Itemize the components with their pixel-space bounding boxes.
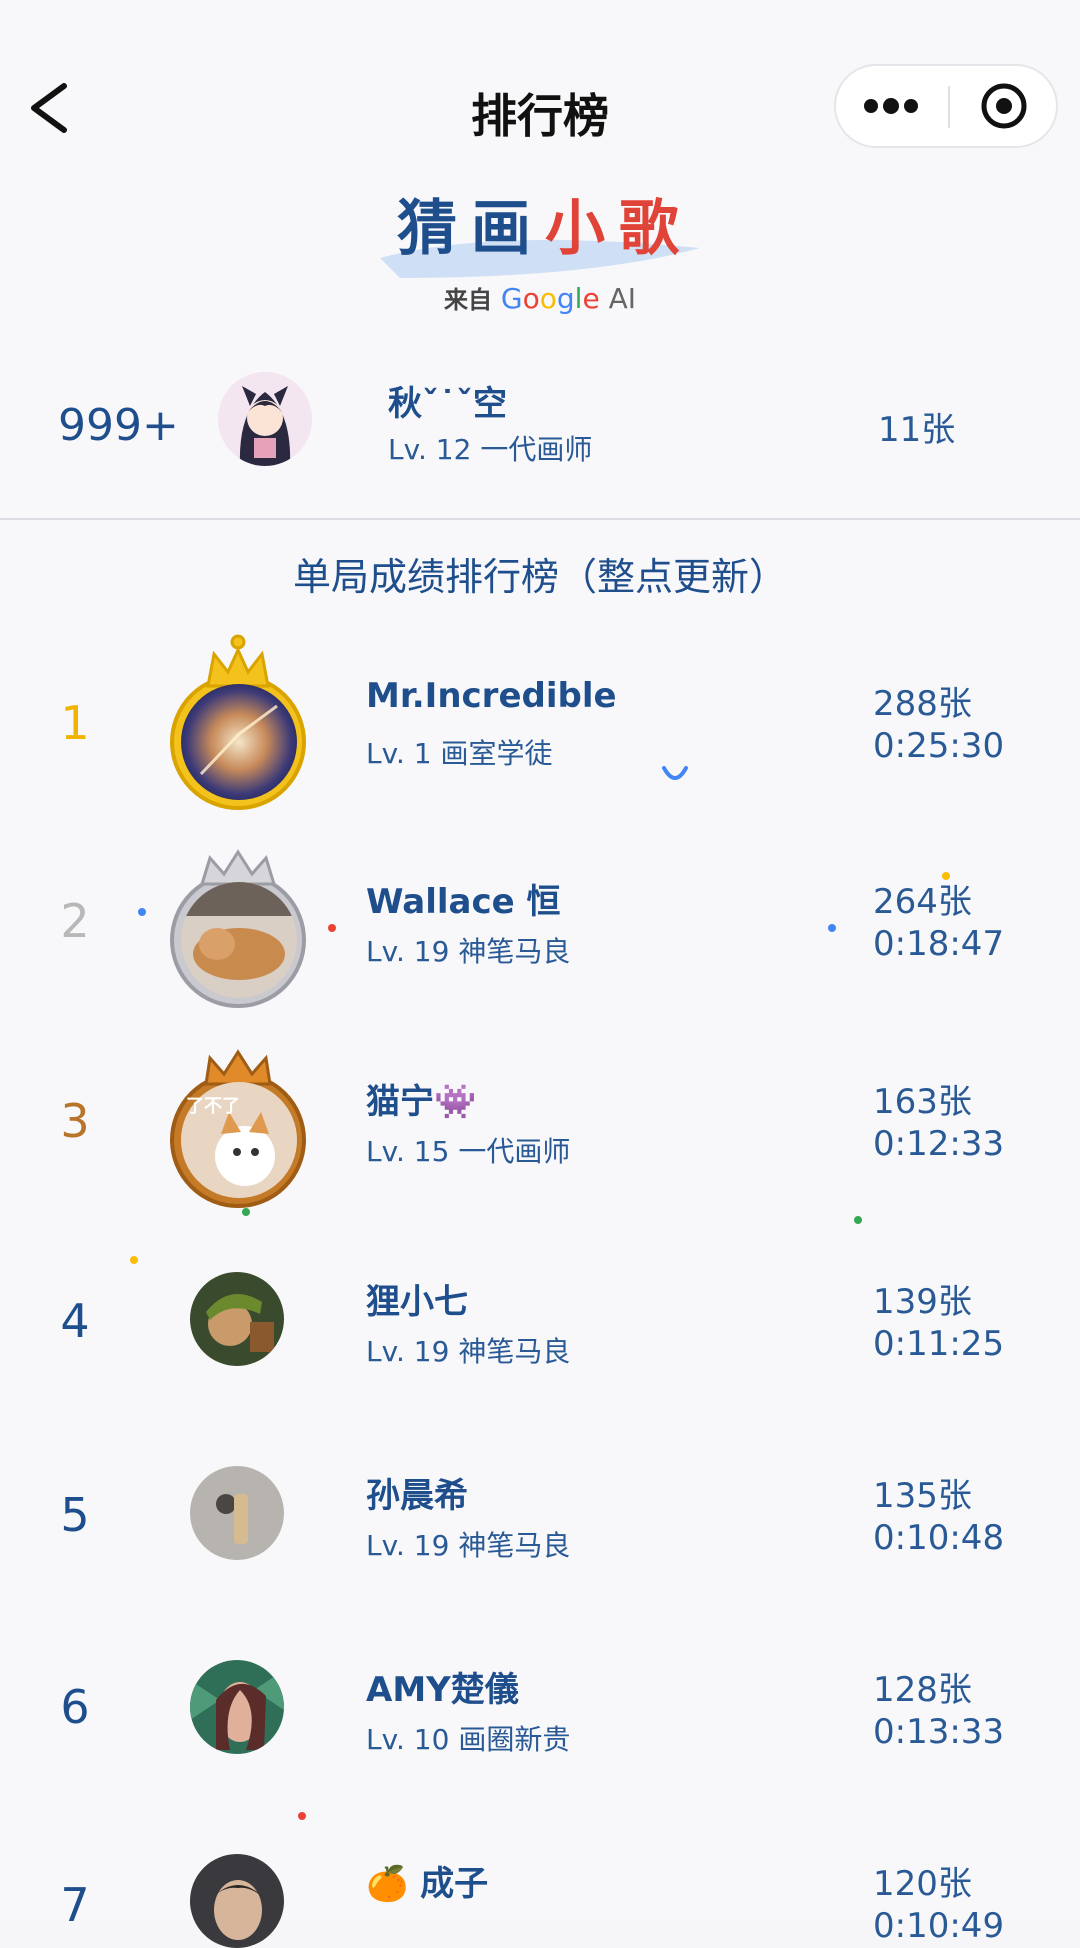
player-name: 孙晨希 [366, 1476, 468, 1516]
confetti-dot [242, 1208, 250, 1216]
play-time: 0:13:33 [873, 1712, 1005, 1752]
player-level: Lv. 10 画圈新贵 [366, 1723, 571, 1756]
logo-subtitle: 来自 Google AI [370, 280, 710, 315]
target-circle-icon [981, 83, 1027, 129]
my-count: 11张 [878, 410, 956, 450]
logo-char: 画 [471, 194, 545, 264]
rank-number: 4 [60, 1294, 90, 1348]
player-level: Lv. 19 神笔马良 [366, 1529, 571, 1562]
avatar [190, 1272, 284, 1366]
confetti-dot [942, 872, 950, 880]
mini-program-capsule [834, 64, 1058, 148]
my-name: 秋ˇ˙ˇ空 [388, 384, 507, 424]
logo-char: 歌 [619, 194, 693, 264]
player-level: Lv. 15 一代画师 [366, 1135, 571, 1168]
rank-number: 2 [60, 894, 90, 948]
rank-number: 6 [60, 1680, 90, 1734]
player-name: AMY楚儀 [366, 1670, 519, 1710]
divider [0, 518, 1080, 520]
avatar [190, 1466, 284, 1560]
confetti-arc [662, 766, 688, 780]
confetti-dot [828, 924, 836, 932]
logo-ai: AI [608, 282, 636, 315]
drawing-count: 135张 [873, 1476, 972, 1516]
player-level: Lv. 19 神笔马良 [366, 1335, 571, 1368]
logo-char: 小 [545, 194, 619, 264]
play-time: 0:10:48 [873, 1518, 1005, 1558]
player-name: Wallace 恒 [366, 882, 561, 922]
confetti-dot [298, 1812, 306, 1820]
play-time: 0:10:49 [873, 1906, 1005, 1946]
confetti-dot [138, 908, 146, 916]
rank-number: 7 [60, 1878, 90, 1932]
section-title: 单局成绩排行榜（整点更新） [292, 555, 787, 599]
my-rank: 999+ [58, 400, 179, 451]
nav-bar: 排行榜 [0, 0, 1080, 170]
rank-number: 1 [60, 696, 90, 750]
google-wordmark: Google [500, 282, 600, 315]
leaderboard-page: 排行榜 猜画小歌 来自 Google AI 999+ 秋ˇ˙ˇ空 Lv. 12 … [0, 0, 1080, 1948]
drawing-count: 288张 [873, 684, 972, 724]
rank-number: 3 [60, 1094, 90, 1148]
drawing-count: 120张 [873, 1864, 972, 1904]
play-time: 0:12:33 [873, 1124, 1005, 1164]
close-button[interactable] [952, 66, 1056, 146]
confetti-dot [328, 924, 336, 932]
play-time: 0:25:30 [873, 726, 1005, 766]
capsule-divider [948, 86, 950, 128]
frame-caption: 了不了 [186, 1096, 240, 1117]
confetti-dot [130, 1256, 138, 1264]
drawing-count: 139张 [873, 1282, 972, 1322]
play-time: 0:18:47 [873, 924, 1005, 964]
more-button[interactable] [836, 66, 946, 146]
my-level: Lv. 12 一代画师 [388, 433, 593, 466]
drawing-count: 128张 [873, 1670, 972, 1710]
more-dots-icon [864, 98, 918, 114]
avatar [181, 684, 297, 800]
avatar [190, 1660, 284, 1754]
logo-char: 猜 [397, 194, 471, 264]
confetti-dot [854, 1216, 862, 1224]
player-name: Mr.Incredible [366, 676, 617, 716]
player-name: 狸小七 [366, 1282, 468, 1322]
drawing-count: 264张 [873, 882, 972, 922]
logo-title: 猜画小歌 [380, 180, 710, 267]
player-name: 🍊 成子 [366, 1864, 489, 1904]
avatar [218, 372, 312, 466]
avatar [181, 882, 297, 998]
player-name: 猫宁👾 [366, 1082, 477, 1122]
logo-from: 来自 [443, 286, 492, 314]
play-time: 0:11:25 [873, 1324, 1005, 1364]
player-level: Lv. 1 画室学徒 [366, 737, 553, 770]
player-level: Lv. 19 神笔马良 [366, 935, 571, 968]
rank-number: 5 [60, 1488, 90, 1542]
avatar [190, 1854, 284, 1948]
drawing-count: 163张 [873, 1082, 972, 1122]
game-logo: 猜画小歌 来自 Google AI [370, 180, 710, 320]
